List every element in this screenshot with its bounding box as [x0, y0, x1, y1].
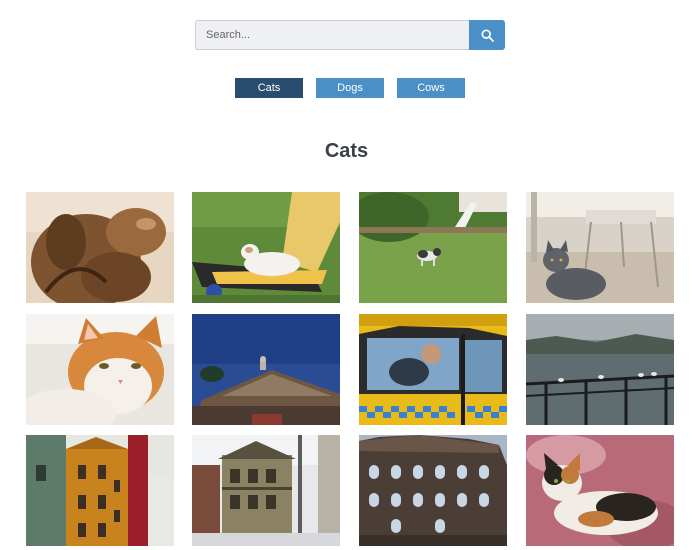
photo-tile[interactable] — [359, 435, 507, 546]
photo-tile[interactable] — [192, 192, 340, 303]
photo-tile[interactable] — [26, 435, 174, 546]
photo-tile[interactable] — [359, 314, 507, 425]
photo-white-cat-yellow-bench — [192, 192, 340, 303]
photo-cat-on-rooftop — [192, 314, 340, 425]
photo-yellow-taxi — [359, 314, 507, 425]
photo-bronze-cat-statue — [26, 192, 174, 303]
filter-dogs-button[interactable]: Dogs — [316, 78, 384, 98]
photo-tile[interactable] — [359, 192, 507, 303]
photo-tile[interactable] — [192, 314, 340, 425]
search-bar — [195, 20, 505, 50]
photo-cat-walking-grass — [359, 192, 507, 303]
search-icon — [480, 28, 494, 42]
search-input[interactable] — [195, 20, 469, 50]
photo-calico-cat-on-cushion — [526, 435, 674, 546]
photo-grey-cat-under-chairs — [526, 192, 674, 303]
search-button[interactable] — [469, 20, 505, 50]
filter-cats-button[interactable]: Cats — [235, 78, 303, 98]
photo-tile[interactable] — [26, 192, 174, 303]
photo-tile[interactable] — [26, 314, 174, 425]
filter-buttons: Cats Dogs Cows — [0, 78, 693, 98]
filter-cows-button[interactable]: Cows — [397, 78, 465, 98]
photo-tile[interactable] — [192, 435, 340, 546]
gallery-heading: Cats — [324, 140, 369, 162]
photo-colorful-houses — [26, 435, 174, 546]
photo-seaside-railing — [526, 314, 674, 425]
photo-ruined-stone-building — [359, 435, 507, 546]
photo-tile[interactable] — [526, 435, 674, 546]
photo-tile[interactable] — [526, 314, 674, 425]
photo-tile[interactable] — [526, 192, 674, 303]
photo-old-wooden-house — [192, 435, 340, 546]
photo-orange-white-cat — [26, 314, 174, 425]
